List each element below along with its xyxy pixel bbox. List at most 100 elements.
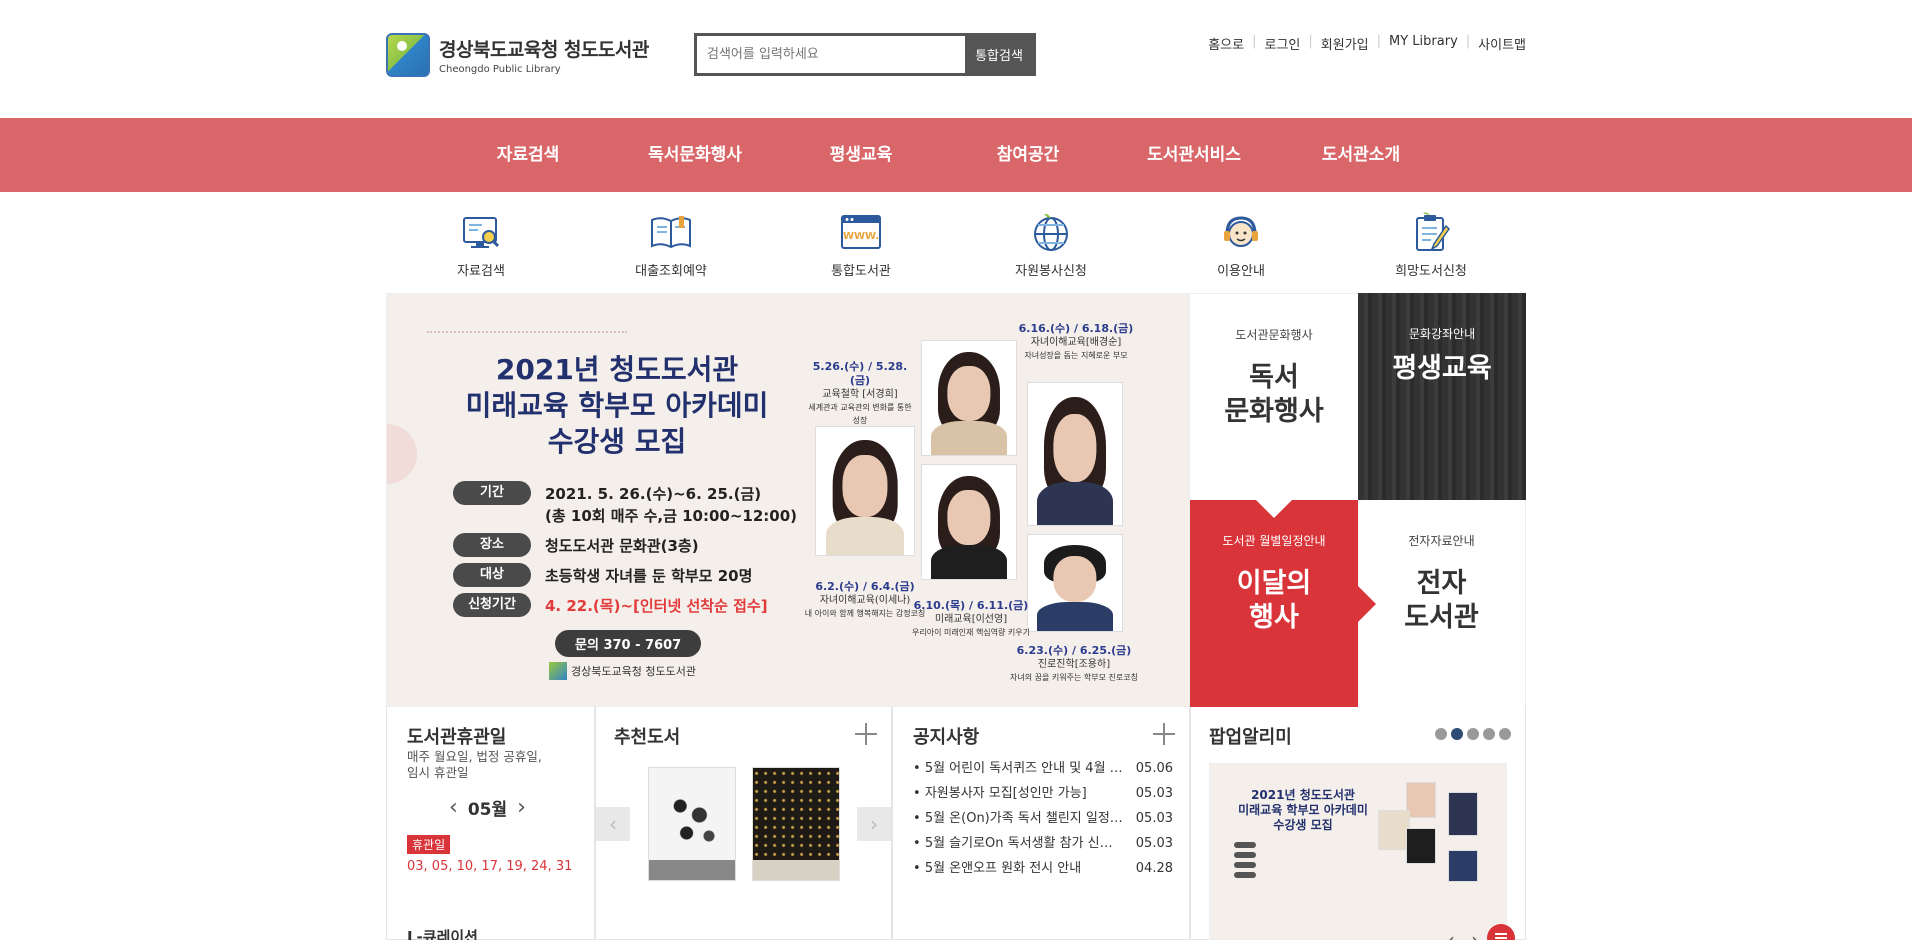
tile-monthly-events[interactable]: 도서관 월별일정안내 이달의 행사 [1190,500,1376,707]
site-logo[interactable]: 경상북도교육청 청도도서관 Cheongdo Public Library [386,33,649,77]
decorative-dots [427,319,627,333]
nav-item-library-service[interactable]: 도서관서비스 [1124,118,1264,192]
quick-item-volunteer[interactable]: 자원봉사신청 [981,210,1121,279]
tile-caption: 도서관 월별일정안내 [1222,534,1326,548]
chevron-right-icon[interactable]: › [1471,928,1479,940]
l-curation-section: L-큐레이션 ‹ › [386,908,1526,940]
list-item[interactable]: 5월 슬기로On 독서생활 참가 신청 안내05.03 [913,831,1173,856]
speaker-caption: 5.26.(수) / 5.28.(금) 교육철학 [서경희] 세계관과 교육관의 변… [808,360,912,425]
speaker-caption: 6.2.(수) / 6.4.(금) 자녀이해교육(이세나) 내 아이와 함께 행복해… [804,580,926,618]
util-link-login[interactable]: 로그인 [1265,34,1301,53]
nav-item-lifelong-education[interactable]: 평생교육 [791,118,931,192]
banner-org-logo: 경상북도교육청 청도도서관 [549,662,696,680]
nav-item-reading-events[interactable]: 독서문화행사 [625,118,765,192]
quick-label: 이용안내 [1217,264,1265,279]
search-input[interactable] [697,36,965,73]
tile-heading: 이달의 행사 [1236,568,1312,633]
banner-title: 2021년 청도도서관 미래교육 학부모 아카데미 수강생 모집 [465,353,769,458]
quick-item-wish-book[interactable]: 희망도서신청 [1361,210,1501,279]
speaker-caption: 6.23.(수) / 6.25.(금) 진로진학[조용하] 자녀의 꿈을 키워주는 … [1010,644,1138,682]
chevron-right-icon[interactable]: › [517,795,526,820]
nav-item-search[interactable]: 자료검색 [458,118,598,192]
util-link-my-library[interactable]: MY Library [1389,34,1458,53]
nav-item-about[interactable]: 도서관소개 [1291,118,1431,192]
recommend-box: 추천도서 ‹ › [595,707,892,940]
util-link-signup[interactable]: 회원가입 [1321,34,1369,53]
book-cover[interactable] [648,767,736,881]
main-banner-academy[interactable]: 2021년 청도도서관 미래교육 학부모 아카데미 수강생 모집 기간 2021.… [386,293,1190,707]
util-link-home[interactable]: 홈으로 [1208,34,1244,53]
open-book-icon [648,210,694,256]
globe-icon [1028,210,1074,256]
quick-label: 자료검색 [457,264,505,279]
quick-item-search[interactable]: 자료검색 [411,210,551,279]
month-label: 05월 [467,800,508,820]
pager-dot[interactable] [1499,728,1511,740]
banner-row-schedule: (총 10회 매주 수,금 10:00~12:00) [545,507,798,525]
decorative-circle [387,424,417,484]
logo-title: 경상북도교육청 청도도서관 [439,39,649,61]
utility-nav: 홈으로 | 로그인 | 회원가입 | MY Library | 사이트맵 [1208,34,1526,53]
banner-row-place: 장소 청도도서관 문화관(3층) [453,533,699,557]
banner-row-target: 대상 초등학생 자녀를 둔 학부모 20명 [453,563,752,587]
list-item[interactable]: 5월 온(On)가족 독서 챌린지 일정 안내05.03 [913,806,1173,831]
book-cover[interactable] [752,767,840,881]
speaker-photo [815,426,915,556]
holiday-desc: 매주 월요일, 법정 공휴일, 임시 휴관일 [407,749,542,780]
holiday-box: 도서관휴관일 매주 월요일, 법정 공휴일, 임시 휴관일 ‹ 05월 › 휴관일… [386,707,595,940]
list-item[interactable]: 5월 어린이 독서퀴즈 안내 및 4월 정답자 발표05.06 [913,756,1173,781]
banner-row-apply: 신청기간 4. 22.(목)~[인터넷 선착순 접수] [453,593,768,617]
page: 경상북도교육청 청도도서관 Cheongdo Public Library 통합… [0,0,1912,940]
nav-item-participation[interactable]: 참여공간 [958,118,1098,192]
notice-title: 공지사항 [913,727,980,748]
plus-icon[interactable] [855,723,877,745]
tile-caption: 도서관문화행사 [1235,328,1313,342]
curation-title: L-큐레이션 [407,928,478,940]
library-logo-icon [386,33,430,77]
quick-label: 희망도서신청 [1395,264,1467,279]
tile-caption: 문화강좌안내 [1408,327,1476,341]
memo-pencil-icon [1408,210,1454,256]
tile-heading: 독서 문화행사 [1224,362,1324,427]
quick-label: 통합도서관 [831,264,891,279]
speaker-caption: 6.10.(목) / 6.11.(금) 미래교육[이선영] 우리아이 미래인재 핵심… [911,599,1031,637]
monitor-search-icon [458,210,504,256]
quick-item-guide[interactable]: 이용안내 [1171,210,1311,279]
tile-heading: 전자 도서관 [1404,568,1479,633]
tile-lifelong-education[interactable]: 문화강좌안내 평생교육 [1358,293,1526,500]
pager-dot[interactable] [1435,728,1447,740]
search-button[interactable]: 통합검색 [965,36,1033,73]
tile-caption: 전자자료안내 [1408,534,1475,548]
svg-text:WWW.: WWW. [843,231,879,242]
quick-item-loan[interactable]: 대출조회예약 [601,210,741,279]
chevron-left-icon[interactable]: ‹ [1447,928,1455,940]
next-arrow-icon[interactable]: › [857,807,891,841]
tile-heading: 평생교육 [1392,353,1492,384]
popup-pager [1431,725,1511,744]
prev-arrow-icon[interactable]: ‹ [596,807,630,841]
menu-icon[interactable] [1487,924,1515,940]
recommend-title: 추천도서 [614,727,681,748]
pager-dot[interactable] [1467,728,1479,740]
quick-label: 대출조회예약 [635,264,707,279]
www-browser-icon: WWW. [838,210,884,256]
plus-icon[interactable] [1153,723,1175,745]
pager-dot[interactable] [1451,728,1463,740]
popup-box: 팝업알리미 2021년 청도도서관 미래교육 학부모 아카데미 수강생 모집 [1190,707,1526,940]
headset-icon [1218,210,1264,256]
tile-e-library[interactable]: 전자자료안내 전자 도서관 [1358,500,1526,707]
util-link-sitemap[interactable]: 사이트맵 [1478,34,1526,53]
list-item[interactable]: 5월 온앤오프 원화 전시 안내04.28 [913,856,1173,881]
pager-dot[interactable] [1483,728,1495,740]
speaker-photo [921,340,1017,456]
quick-item-integrated-library[interactable]: WWW. 통합도서관 [791,210,931,279]
notice-list: 5월 어린이 독서퀴즈 안내 및 4월 정답자 발표05.06 자원봉사자 모집… [913,756,1173,881]
holiday-days: 03, 05, 10, 17, 19, 24, 31 [407,859,573,874]
list-item[interactable]: 자원봉사자 모집[성인만 가능]05.03 [913,781,1173,806]
banner-row-period: 기간 2021. 5. 26.(수)~6. 25.(금) [453,481,761,505]
speaker-photo [1027,382,1123,526]
tile-reading-events[interactable]: 도서관문화행사 독서 문화행사 [1190,293,1358,500]
popup-title: 팝업알리미 [1209,727,1292,748]
banner-contact: 문의 370 - 7607 [555,630,702,657]
chevron-left-icon[interactable]: ‹ [449,795,458,820]
